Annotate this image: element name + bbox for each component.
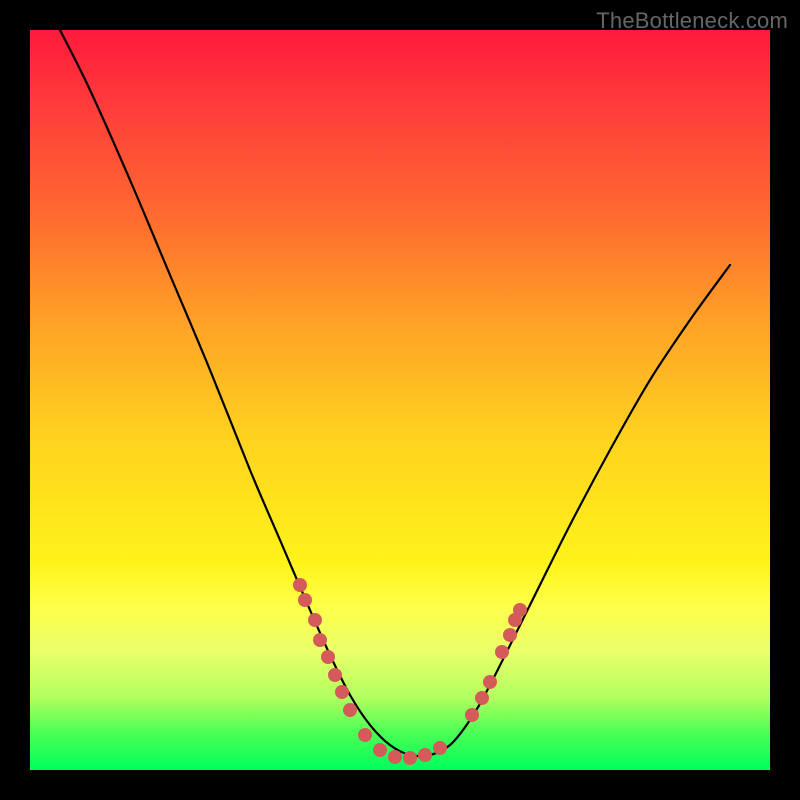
- bottleneck-curve-svg: [30, 30, 770, 770]
- curve-marker: [418, 748, 432, 762]
- curve-marker: [328, 668, 342, 682]
- curve-marker: [403, 751, 417, 765]
- curve-marker: [503, 628, 517, 642]
- curve-marker: [495, 645, 509, 659]
- curve-marker: [373, 743, 387, 757]
- curve-marker: [483, 675, 497, 689]
- curve-marker: [313, 633, 327, 647]
- curve-marker: [388, 750, 402, 764]
- plot-area: [30, 30, 770, 770]
- curve-marker: [343, 703, 357, 717]
- curve-marker: [298, 593, 312, 607]
- curve-marker: [335, 685, 349, 699]
- curve-marker: [513, 603, 527, 617]
- curve-marker: [321, 650, 335, 664]
- curve-marker: [293, 578, 307, 592]
- chart-frame: TheBottleneck.com: [0, 0, 800, 800]
- curve-marker: [308, 613, 322, 627]
- curve-marker: [433, 741, 447, 755]
- curve-marker: [475, 691, 489, 705]
- curve-marker: [358, 728, 372, 742]
- watermark-text: TheBottleneck.com: [596, 8, 788, 34]
- bottleneck-curve: [60, 30, 730, 756]
- curve-markers: [293, 578, 527, 765]
- curve-marker: [465, 708, 479, 722]
